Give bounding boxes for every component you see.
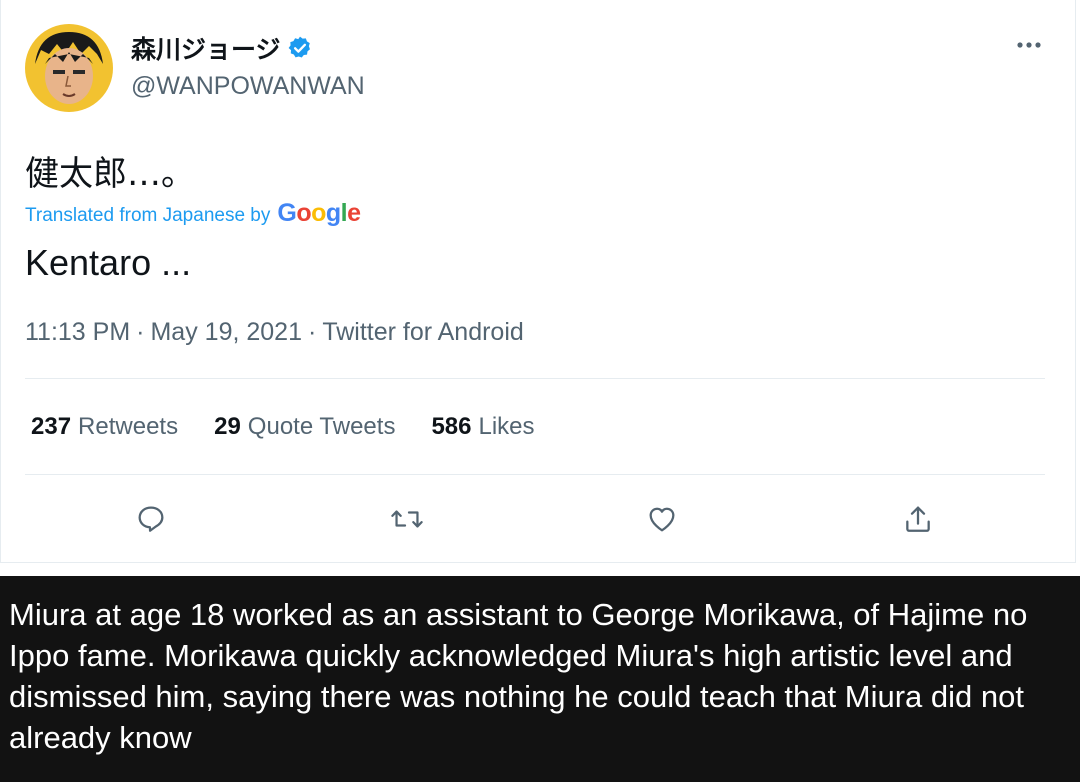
meta-separator: · — [307, 318, 317, 346]
more-icon — [1017, 42, 1041, 48]
quote-tweets-stat[interactable]: 29 Quote Tweets — [214, 413, 395, 441]
share-button[interactable] — [899, 500, 937, 538]
user-handle[interactable]: @WANPOWANWAN — [131, 72, 365, 101]
divider — [25, 378, 1045, 379]
like-icon — [649, 507, 675, 532]
retweets-stat[interactable]: 237 Retweets — [31, 413, 178, 441]
caption-text: Miura at age 18 worked as an assistant t… — [9, 597, 1028, 755]
more-options-button[interactable] — [1009, 30, 1049, 60]
share-icon — [906, 506, 930, 532]
divider — [25, 474, 1045, 475]
tweet-translated-text: Kentaro ... — [25, 242, 192, 283]
tweet-stats: 237 Retweets 29 Quote Tweets 586 Likes — [31, 413, 571, 441]
google-logo: Google — [277, 199, 361, 227]
likes-label: Likes — [478, 413, 535, 440]
reply-button[interactable] — [132, 500, 170, 538]
likes-count: 586 — [431, 413, 472, 440]
avatar[interactable] — [25, 24, 113, 112]
retweets-count: 237 — [31, 413, 72, 440]
retweet-icon — [391, 510, 423, 528]
avatar-image — [25, 24, 113, 112]
retweets-label: Retweets — [78, 413, 179, 440]
tweet-date[interactable]: May 19, 2021 — [150, 318, 302, 347]
quote-tweets-label: Quote Tweets — [247, 413, 396, 440]
like-button[interactable] — [643, 500, 681, 538]
quote-tweets-count: 29 — [214, 413, 241, 440]
tweet-actions — [1, 500, 1075, 540]
reply-icon — [138, 506, 164, 532]
tweet-card: 森川ジョージ @WANPOWANWAN 健太郎…。 Translated fro… — [0, 0, 1076, 563]
display-name[interactable]: 森川ジョージ — [131, 30, 281, 66]
display-name-row[interactable]: 森川ジョージ — [131, 30, 313, 66]
retweet-button[interactable] — [388, 500, 426, 538]
tweet-original-text: 健太郎…。 — [25, 154, 195, 194]
likes-stat[interactable]: 586 Likes — [431, 413, 534, 441]
translation-attribution[interactable]: Translated from Japanese by Google — [25, 199, 361, 228]
tweet-time[interactable]: 11:13 PM — [25, 318, 130, 347]
meta-separator: · — [136, 318, 145, 346]
tweet-metadata: 11:13 PM · May 19, 2021 · Twitter for An… — [25, 318, 524, 347]
caption-panel: Miura at age 18 worked as an assistant t… — [0, 576, 1080, 782]
verified-badge-icon — [288, 36, 310, 58]
translation-note: Translated from Japanese by — [25, 205, 271, 226]
tweet-source[interactable]: Twitter for Android — [322, 318, 523, 347]
